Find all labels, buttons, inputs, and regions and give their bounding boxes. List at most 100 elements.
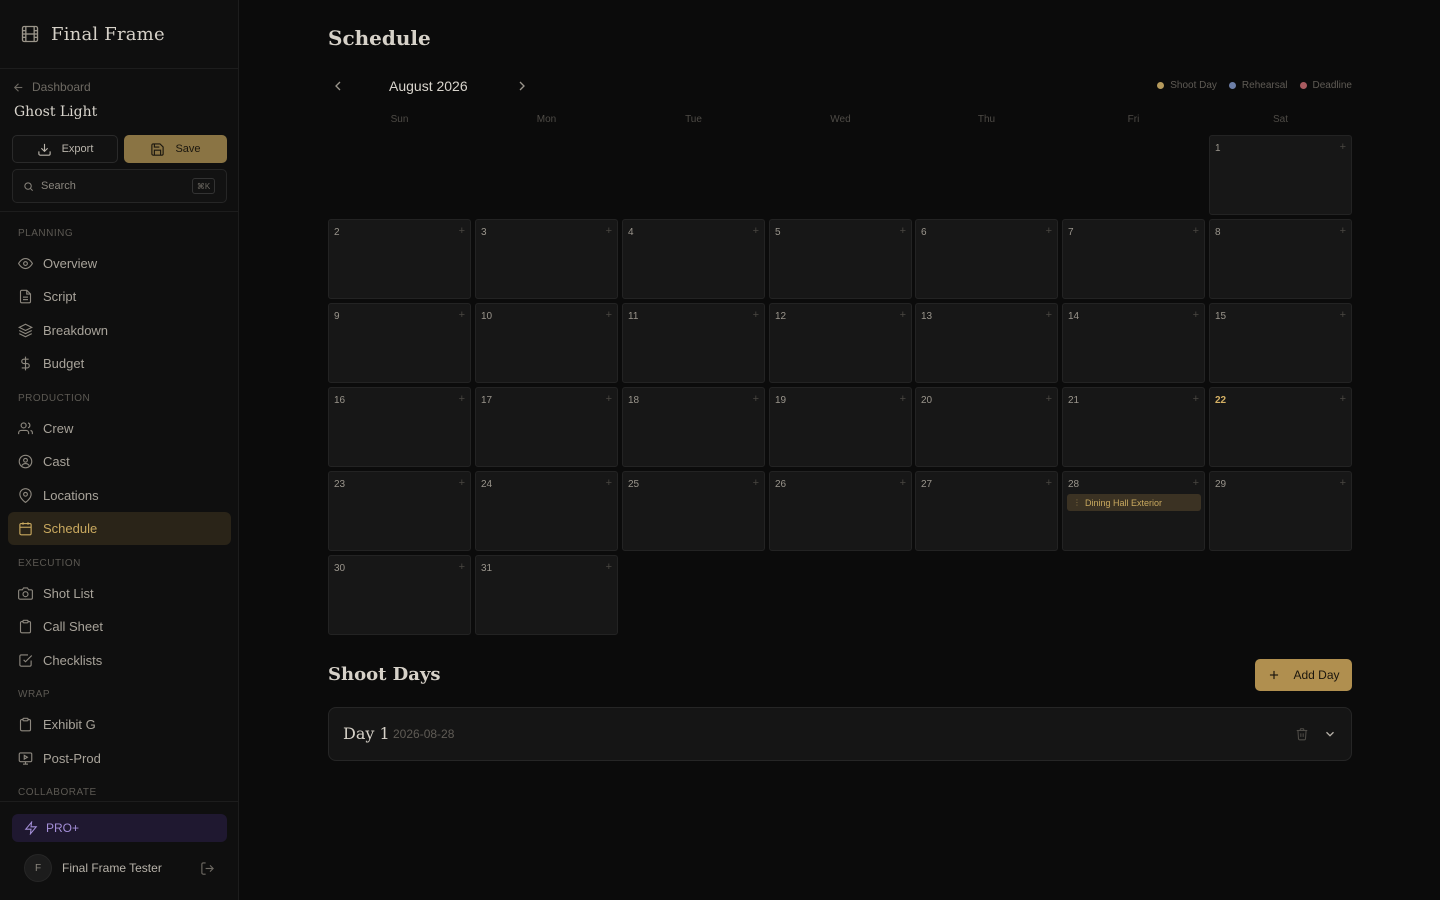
save-button[interactable]: Save <box>124 135 227 163</box>
back-to-dashboard-link[interactable]: Dashboard <box>12 80 91 94</box>
calendar-day-22[interactable]: 22 + <box>1209 387 1352 467</box>
calendar-day-19[interactable]: 19 + <box>769 387 912 467</box>
calendar-day-25[interactable]: 25 + <box>622 471 765 551</box>
add-event-icon[interactable]: + <box>606 393 612 405</box>
search-input[interactable]: Search ⌘K <box>12 169 227 203</box>
calendar-day-9[interactable]: 9 + <box>328 303 471 383</box>
calendar-day-14[interactable]: 14 + <box>1062 303 1205 383</box>
calendar-day-26[interactable]: 26 + <box>769 471 912 551</box>
add-event-icon[interactable]: + <box>459 561 465 573</box>
add-event-icon[interactable]: + <box>606 561 612 573</box>
add-event-icon[interactable]: + <box>606 225 612 237</box>
add-event-icon[interactable]: + <box>1340 225 1346 237</box>
add-event-icon[interactable]: + <box>459 477 465 489</box>
calendar-day-30[interactable]: 30 + <box>328 555 471 635</box>
monitor-icon <box>18 752 33 765</box>
calendar-day-8[interactable]: 8 + <box>1209 219 1352 299</box>
add-event-icon[interactable]: + <box>1046 477 1052 489</box>
calendar-day-13[interactable]: 13 + <box>915 303 1058 383</box>
sidebar-item-shot-list[interactable]: Shot List <box>8 577 231 610</box>
sidebar-item-checklists[interactable]: Checklists <box>8 644 231 677</box>
export-button[interactable]: Export <box>12 135 118 163</box>
calendar-day-15[interactable]: 15 + <box>1209 303 1352 383</box>
calendar-day-6[interactable]: 6 + <box>915 219 1058 299</box>
shoot-day-card[interactable]: Day 1 2026-08-28 <box>328 707 1352 761</box>
sidebar-item-exhibit-g[interactable]: Exhibit G <box>8 708 231 741</box>
section-label-execution: EXECUTION <box>18 558 81 569</box>
calendar-day-27[interactable]: 27 + <box>915 471 1058 551</box>
add-event-icon[interactable]: + <box>1046 393 1052 405</box>
sidebar-item-cast[interactable]: Cast <box>8 445 231 478</box>
calendar-day-2[interactable]: 2 + <box>328 219 471 299</box>
sidebar-item-script[interactable]: Script <box>8 280 231 313</box>
calendar-day-21[interactable]: 21 + <box>1062 387 1205 467</box>
logout-icon[interactable] <box>200 861 215 876</box>
add-event-icon[interactable]: + <box>900 225 906 237</box>
add-event-icon[interactable]: + <box>606 309 612 321</box>
calendar-day-24[interactable]: 24 + <box>475 471 618 551</box>
add-event-icon[interactable]: + <box>606 477 612 489</box>
add-event-icon[interactable]: + <box>1193 477 1199 489</box>
day-number: 21 <box>1068 395 1080 406</box>
calendar-day-10[interactable]: 10 + <box>475 303 618 383</box>
sidebar-item-label: Shot List <box>43 586 94 601</box>
calendar-day-18[interactable]: 18 + <box>622 387 765 467</box>
add-event-icon[interactable]: + <box>1340 477 1346 489</box>
add-day-button[interactable]: Add Day <box>1255 659 1352 691</box>
sidebar-item-call-sheet[interactable]: Call Sheet <box>8 610 231 643</box>
sidebar-item-budget[interactable]: Budget <box>8 347 231 380</box>
calendar-day-28[interactable]: 28 + ⋮ Dining Hall Exterior <box>1062 471 1205 551</box>
sidebar-item-crew[interactable]: Crew <box>8 412 231 445</box>
add-event-icon[interactable]: + <box>1193 393 1199 405</box>
calendar-day-7[interactable]: 7 + <box>1062 219 1205 299</box>
day-number: 20 <box>921 395 933 406</box>
calendar-day-23[interactable]: 23 + <box>328 471 471 551</box>
add-event-icon[interactable]: + <box>753 477 759 489</box>
sidebar-item-breakdown[interactable]: Breakdown <box>8 314 231 347</box>
add-event-icon[interactable]: + <box>1340 141 1346 153</box>
add-event-icon[interactable]: + <box>459 309 465 321</box>
add-event-icon[interactable]: + <box>900 393 906 405</box>
add-event-icon[interactable]: + <box>1340 393 1346 405</box>
pro-plan-badge[interactable]: PRO+ <box>12 814 227 842</box>
calendar-day-16[interactable]: 16 + <box>328 387 471 467</box>
add-event-icon[interactable]: + <box>1046 225 1052 237</box>
calendar-day-12[interactable]: 12 + <box>769 303 912 383</box>
brand[interactable]: Final Frame <box>0 0 239 69</box>
calendar-day-3[interactable]: 3 + <box>475 219 618 299</box>
calendar-day-11[interactable]: 11 + <box>622 303 765 383</box>
add-event-icon[interactable]: + <box>1340 309 1346 321</box>
legend-dot <box>1299 82 1307 89</box>
calendar-day-4[interactable]: 4 + <box>622 219 765 299</box>
calendar-day-31[interactable]: 31 + <box>475 555 618 635</box>
sidebar-item-schedule[interactable]: Schedule <box>8 512 231 545</box>
chevron-down-icon[interactable] <box>1323 727 1337 741</box>
prev-month-button[interactable] <box>330 78 346 94</box>
calendar-day-29[interactable]: 29 + <box>1209 471 1352 551</box>
search-placeholder: Search <box>41 180 76 192</box>
calendar-day-1[interactable]: 1 + <box>1209 135 1352 215</box>
calendar-day-20[interactable]: 20 + <box>915 387 1058 467</box>
delete-day-icon[interactable] <box>1295 727 1309 741</box>
add-event-icon[interactable]: + <box>753 225 759 237</box>
sidebar-item-post-prod[interactable]: Post-Prod <box>8 742 231 775</box>
add-event-icon[interactable]: + <box>1193 225 1199 237</box>
next-month-button[interactable] <box>514 78 530 94</box>
calendar-event[interactable]: ⋮ Dining Hall Exterior <box>1067 494 1201 511</box>
drag-handle-icon[interactable]: ⋮ <box>1073 498 1081 507</box>
sidebar-item-overview[interactable]: Overview <box>8 247 231 280</box>
add-event-icon[interactable]: + <box>753 393 759 405</box>
add-event-icon[interactable]: + <box>753 309 759 321</box>
user-account[interactable]: F Final Frame Tester <box>24 854 219 882</box>
pro-label: PRO+ <box>46 821 80 835</box>
add-event-icon[interactable]: + <box>900 309 906 321</box>
add-event-icon[interactable]: + <box>459 225 465 237</box>
add-event-icon[interactable]: + <box>900 477 906 489</box>
sidebar-item-locations[interactable]: Locations <box>8 479 231 512</box>
calendar-day-5[interactable]: 5 + <box>769 219 912 299</box>
add-event-icon[interactable]: + <box>1046 309 1052 321</box>
sidebar-item-label: Script <box>43 289 77 304</box>
add-event-icon[interactable]: + <box>459 393 465 405</box>
add-event-icon[interactable]: + <box>1193 309 1199 321</box>
calendar-day-17[interactable]: 17 + <box>475 387 618 467</box>
